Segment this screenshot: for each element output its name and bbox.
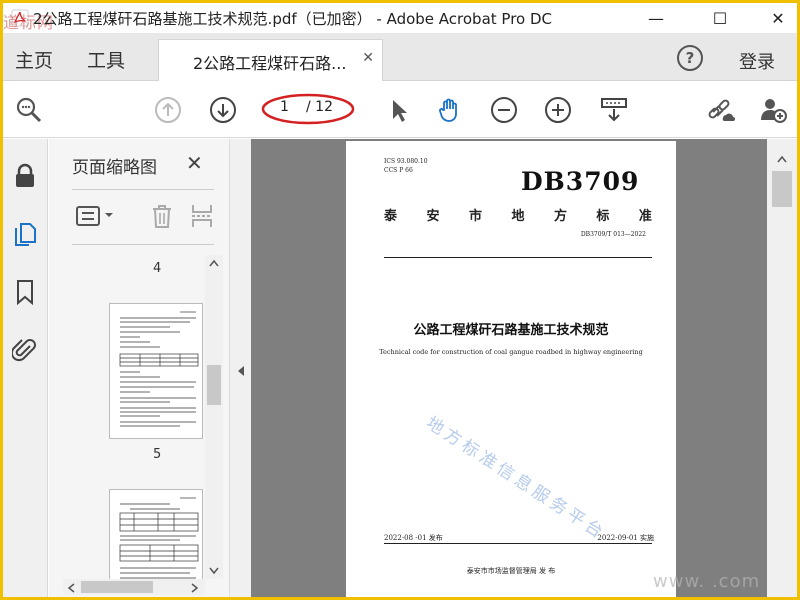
scroll-up-icon[interactable] xyxy=(777,155,787,163)
scroll-thumb[interactable] xyxy=(207,365,221,405)
thumbnail-panel: 页面缩略图 ✕ 4 5 xyxy=(49,139,229,597)
extract-pages-icon[interactable] xyxy=(190,203,214,229)
standard-type-char: 地 xyxy=(511,209,525,224)
thumbnail-panel-title: 页面缩略图 xyxy=(72,158,157,178)
thumbnail-page-4[interactable] xyxy=(109,303,203,439)
title-bar: 道标网 2公路工程煤矸石路基施工技术规范.pdf（已加密） - Adobe Ac… xyxy=(3,3,797,33)
divider xyxy=(384,543,652,544)
scroll-down-icon[interactable] xyxy=(209,567,219,575)
divider xyxy=(384,257,652,258)
scroll-mode-icon[interactable] xyxy=(600,96,628,124)
corner-watermark: www. .com xyxy=(653,571,761,592)
page-5-preview xyxy=(119,497,199,579)
scroll-thumb[interactable] xyxy=(81,581,153,593)
page-4-preview xyxy=(119,311,199,427)
tab-tools[interactable]: 工具 xyxy=(87,46,125,73)
bookmark-icon[interactable] xyxy=(12,279,38,305)
thumbnail-page-number: 4 xyxy=(153,261,162,276)
attachment-icon[interactable] xyxy=(12,337,38,363)
thumbnail-vertical-scrollbar[interactable] xyxy=(205,255,223,579)
implement-date: 2022-09-01 实施 xyxy=(597,534,654,542)
app-window: 道标网 2公路工程煤矸石路基施工技术规范.pdf（已加密） - Adobe Ac… xyxy=(3,3,797,597)
standard-type-char: 泰 xyxy=(384,209,398,224)
tab-close-button[interactable]: ✕ xyxy=(362,50,374,66)
help-button[interactable]: ? xyxy=(677,45,703,71)
thumbnail-horizontal-scrollbar[interactable] xyxy=(63,579,205,595)
zoom-out-icon[interactable] xyxy=(490,96,518,124)
chevron-down-icon[interactable] xyxy=(104,211,114,219)
thumbnail-toolbar xyxy=(72,201,222,233)
hand-tool-icon[interactable] xyxy=(436,96,464,124)
document-viewer[interactable]: ICS 93.080.10 CCS P 66 DB3709 泰 安 市 地 方 … xyxy=(251,139,767,597)
publish-date: 2022-08 -01 发布 xyxy=(384,534,443,542)
issuer: 泰安市市场监督管理局 发 布 xyxy=(466,567,556,575)
close-window-button[interactable]: ✕ xyxy=(755,3,797,33)
find-zoom-icon[interactable] xyxy=(15,96,43,124)
scroll-right-icon[interactable] xyxy=(191,583,199,593)
tab-bar: 主页 工具 2公路工程煤矸石路... ✕ ? 登录 xyxy=(3,33,797,81)
delete-icon[interactable] xyxy=(150,203,174,229)
tab-home[interactable]: 主页 xyxy=(15,46,53,73)
window-title: 2公路工程煤矸石路基施工技术规范.pdf（已加密） - Adobe Acroba… xyxy=(33,10,553,28)
standard-type-char: 标 xyxy=(596,209,610,224)
thumbnail-page-5[interactable] xyxy=(109,489,203,579)
divider xyxy=(72,244,214,245)
collapse-panel-icon[interactable] xyxy=(237,365,245,377)
divider xyxy=(72,189,214,190)
next-page-icon[interactable] xyxy=(209,96,237,124)
highlight-ellipse xyxy=(261,93,355,125)
thumbnail-page-number: 5 xyxy=(153,447,162,462)
tab-document-label: 2公路工程煤矸石路... xyxy=(193,54,347,73)
standard-number: DB3709/T 013—2022 xyxy=(580,231,646,238)
standard-type-char: 安 xyxy=(426,209,440,224)
maximize-button[interactable]: ☐ xyxy=(697,3,743,33)
document-title: 公路工程煤矸石路基施工技术规范 xyxy=(413,323,609,338)
minimize-button[interactable]: — xyxy=(633,3,679,33)
options-menu-icon[interactable] xyxy=(76,205,100,227)
standard-type-char: 方 xyxy=(553,209,567,224)
tab-document[interactable]: 2公路工程煤矸石路... ✕ xyxy=(158,39,383,81)
standard-type-char: 准 xyxy=(638,209,652,224)
share-link-icon[interactable] xyxy=(707,96,735,124)
standard-type-char: 市 xyxy=(468,209,482,224)
left-rail xyxy=(3,139,48,597)
scroll-up-icon[interactable] xyxy=(209,259,219,267)
standard-type: 泰 安 市 地 方 标 准 xyxy=(384,205,652,224)
document-vertical-scrollbar[interactable] xyxy=(767,139,797,597)
watermark-stamp: 地方标准信息服务平台 xyxy=(422,413,610,545)
zoom-in-icon[interactable] xyxy=(544,96,572,124)
previous-page-icon[interactable] xyxy=(154,96,182,124)
lock-icon[interactable] xyxy=(12,163,38,189)
ics-line: ICS 93.080.10 xyxy=(384,158,428,165)
page-thumbnails-icon[interactable] xyxy=(12,221,38,247)
standard-code: DB3709 xyxy=(521,167,640,196)
add-user-icon[interactable] xyxy=(759,96,787,124)
ics-code: ICS 93.080.10 CCS P 66 xyxy=(384,157,428,175)
scroll-thumb[interactable] xyxy=(772,171,792,207)
login-button[interactable]: 登录 xyxy=(739,48,775,74)
ccs-line: CCS P 66 xyxy=(384,167,413,174)
panel-splitter[interactable] xyxy=(229,139,251,597)
thumbnail-list: 4 5 xyxy=(49,249,223,579)
thumbnail-panel-close[interactable]: ✕ xyxy=(186,151,203,175)
pdf-page: ICS 93.080.10 CCS P 66 DB3709 泰 安 市 地 方 … xyxy=(346,141,676,597)
scroll-left-icon[interactable] xyxy=(67,583,75,593)
toolbar: 1 / 12 xyxy=(3,82,797,138)
document-subtitle: Technical code for construction of coal … xyxy=(379,348,643,356)
select-cursor-icon[interactable] xyxy=(385,96,413,124)
